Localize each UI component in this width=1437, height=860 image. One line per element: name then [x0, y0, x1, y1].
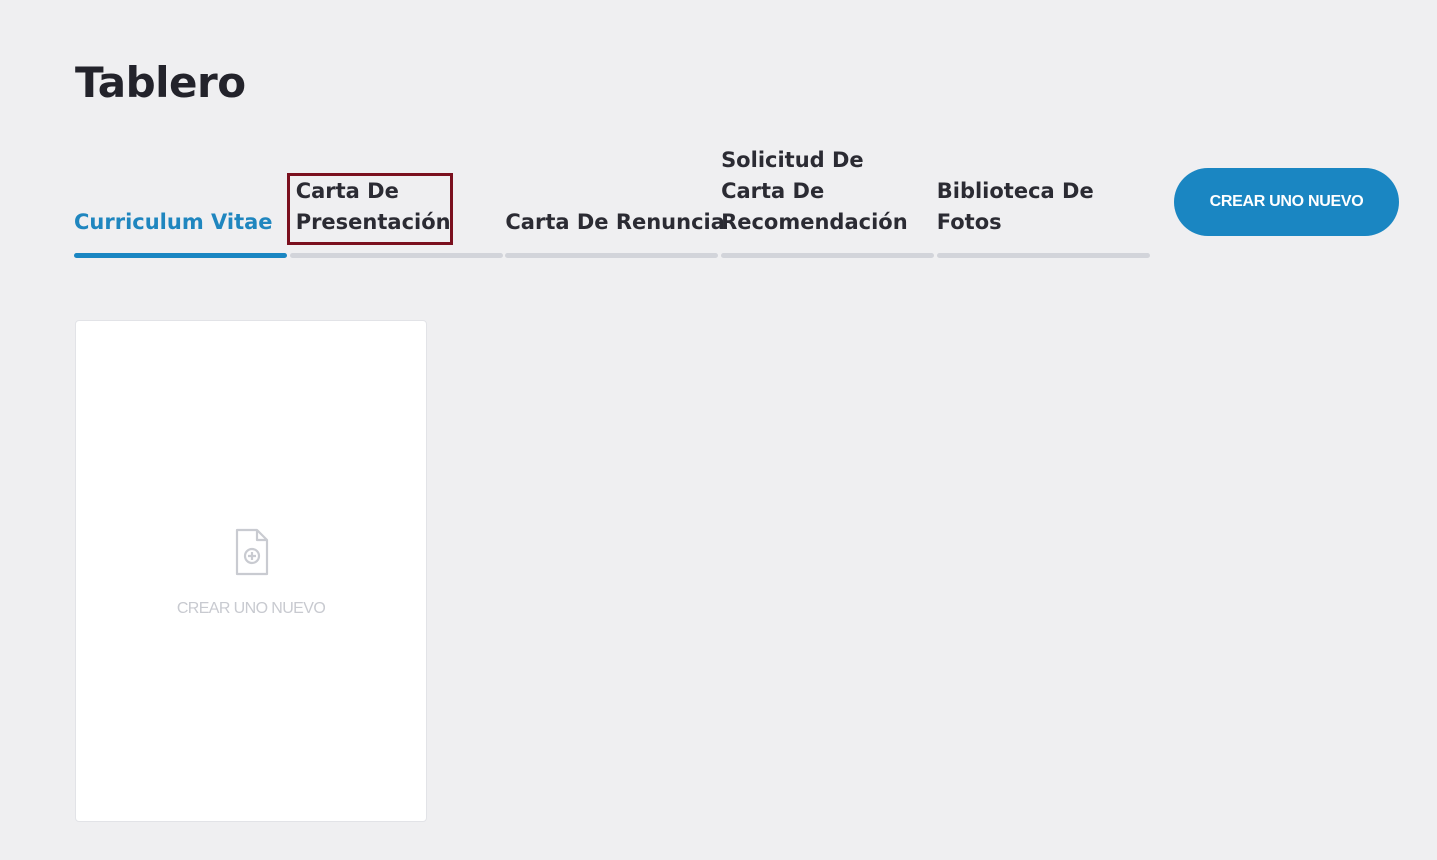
create-new-card-label: CREAR UNO NUEVO [176, 600, 326, 617]
tab-indicator [721, 253, 935, 258]
tab-indicator [505, 253, 719, 258]
tab-indicator [936, 253, 1150, 258]
tab-bar: Curriculum Vitae Carta De Presentación C… [74, 140, 1150, 260]
tab-label: Carta De Presentación [286, 173, 453, 245]
tab-label: Carta De Renuncia [505, 210, 725, 234]
tab-curriculum-vitae[interactable]: Curriculum Vitae [74, 140, 287, 260]
tab-indicator [289, 253, 503, 258]
tab-carta-de-presentacion[interactable]: Carta De Presentación [286, 140, 503, 260]
tab-carta-de-renuncia[interactable]: Carta De Renuncia [505, 140, 725, 260]
tab-label: Biblioteca De Fotos [936, 179, 1094, 234]
tab-biblioteca-de-fotos[interactable]: Biblioteca De Fotos [936, 140, 1150, 260]
create-new-button[interactable]: CREAR UNO NUEVO [1174, 168, 1399, 236]
tab-solicitud-carta-recomendacion[interactable]: Solicitud De Carta De Recomendación [721, 140, 935, 260]
document-add-icon [235, 528, 269, 576]
tab-label: Curriculum Vitae [74, 210, 273, 234]
tab-label: Solicitud De Carta De Recomendación [721, 148, 908, 234]
create-new-card[interactable]: CREAR UNO NUEVO [75, 320, 427, 822]
tab-indicator-active [74, 253, 287, 258]
page-title: Tablero [75, 58, 246, 107]
